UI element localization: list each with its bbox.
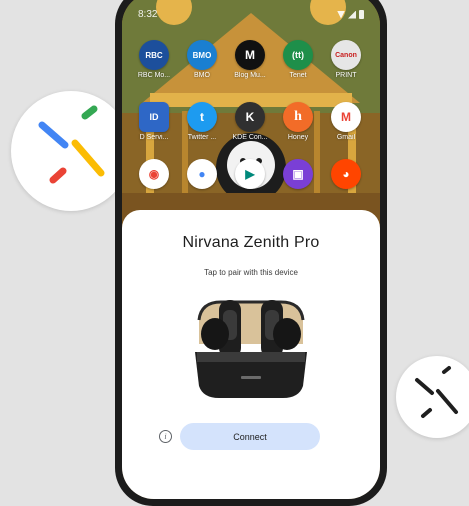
twitter-icon: t	[187, 102, 217, 132]
status-time: 8:32	[138, 9, 158, 20]
app-gmail[interactable]: M Gmail	[324, 102, 368, 141]
app-reddit[interactable]: ◕	[324, 159, 368, 189]
app-meet[interactable]: ▶	[228, 159, 272, 189]
twitch-icon: ▣	[283, 159, 313, 189]
reddit-icon: ◕	[331, 159, 361, 189]
app-d-servi[interactable]: ID D Servi...	[132, 102, 176, 141]
earbuds-image	[195, 300, 307, 398]
assistant-icon: ●	[187, 159, 217, 189]
fast-pair-mono-icon	[415, 366, 458, 418]
fast-pair-icon	[38, 105, 105, 184]
info-button[interactable]: i	[159, 430, 172, 443]
tenet-icon: (tt)	[283, 40, 313, 70]
app-twitch[interactable]: ▣	[276, 159, 320, 189]
status-bar: 8:32	[122, 9, 380, 23]
app-maps[interactable]: ◉	[132, 159, 176, 189]
pair-instruction: Tap to pair with this device	[204, 268, 298, 277]
fast-pair-logo-large	[11, 91, 131, 211]
battery-icon	[359, 10, 364, 19]
honey-icon: h	[283, 102, 313, 132]
fast-pair-logo-small	[396, 356, 469, 438]
app-print[interactable]: Canon PRINT	[324, 40, 368, 79]
fast-pair-sheet: Nirvana Zenith Pro Tap to pair with this…	[122, 210, 380, 499]
connect-button[interactable]: Connect	[180, 423, 320, 450]
gmail-icon: M	[331, 102, 361, 132]
phone-frame: 8:32 RBC RBC Mo... BMO BMO M Blog Mu... …	[115, 0, 387, 506]
app-honey[interactable]: h Honey	[276, 102, 320, 141]
maps-icon: ◉	[139, 159, 169, 189]
app-assistant[interactable]: ●	[180, 159, 224, 189]
app-kde-connect[interactable]: K KDE Con...	[228, 102, 272, 141]
phone-screen: 8:32 RBC RBC Mo... BMO BMO M Blog Mu... …	[122, 0, 380, 499]
print-icon: Canon	[331, 40, 361, 70]
app-rbc[interactable]: RBC RBC Mo...	[132, 40, 176, 79]
bmo-icon: BMO	[187, 40, 217, 70]
app-blog[interactable]: M Blog Mu...	[228, 40, 272, 79]
device-name-title: Nirvana Zenith Pro	[182, 234, 320, 251]
rbc-icon: RBC	[139, 40, 169, 70]
signal-icon	[348, 10, 356, 19]
app-twitter[interactable]: t Twitter ...	[180, 102, 224, 141]
contact-card-icon: ID	[139, 102, 169, 132]
wifi-icon	[337, 10, 345, 19]
meet-icon: ▶	[235, 159, 265, 189]
blog-icon: M	[235, 40, 265, 70]
app-bmo[interactable]: BMO BMO	[180, 40, 224, 79]
app-tenet[interactable]: (tt) Tenet	[276, 40, 320, 79]
kde-connect-icon: K	[235, 102, 265, 132]
